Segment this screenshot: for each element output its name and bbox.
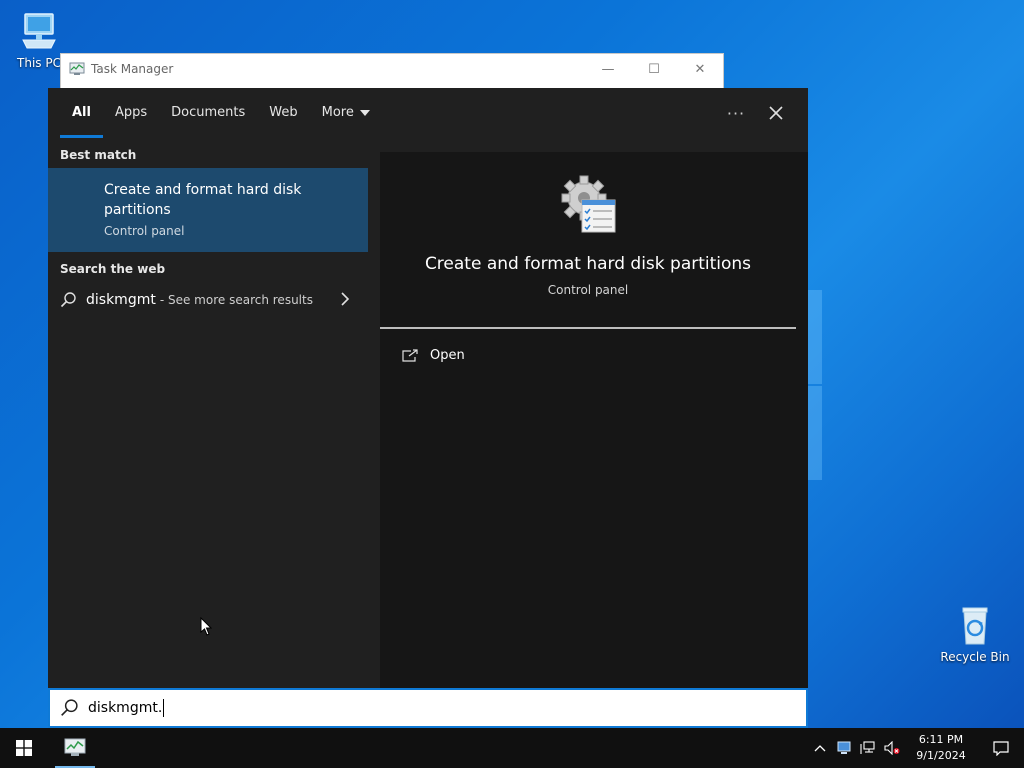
ellipsis-icon: ··· <box>726 103 746 123</box>
clock-button[interactable]: 6:11 PM 9/1/2024 <box>904 732 978 764</box>
volume-muted-icon <box>884 741 900 755</box>
computer-icon <box>22 13 56 49</box>
start-search-panel: All Apps Documents Web More ··· Best mat… <box>48 88 808 688</box>
notification-icon <box>993 741 1009 756</box>
start-button[interactable] <box>0 728 48 768</box>
maximize-icon: ☐ <box>648 61 660 77</box>
open-action[interactable]: Open <box>402 348 465 363</box>
text-caret <box>163 699 165 717</box>
minimize-button[interactable]: — <box>585 54 631 84</box>
result-title: Create and format hard disk partitions <box>104 182 302 218</box>
tab-web[interactable]: Web <box>257 88 309 138</box>
close-button[interactable]: ✕ <box>677 54 723 84</box>
desktop-icon-label: This PC <box>17 56 61 70</box>
tab-all[interactable]: All <box>60 88 103 138</box>
system-tray: 6:11 PM 9/1/2024 <box>808 728 1024 768</box>
tab-label: All <box>72 105 91 120</box>
search-web-heading: Search the web <box>60 262 166 276</box>
desktop-icon-label: Recycle Bin <box>940 650 1010 664</box>
close-icon: ✕ <box>694 61 706 77</box>
tray-display-button[interactable] <box>832 728 856 768</box>
search-icon <box>61 699 78 716</box>
desktop-icon-recycle-bin[interactable]: Recycle Bin <box>940 602 1010 664</box>
task-manager-icon <box>64 738 86 756</box>
more-options-button[interactable]: ··· <box>716 104 756 123</box>
tab-apps[interactable]: Apps <box>103 88 159 138</box>
search-input[interactable]: diskmgmt. <box>88 699 165 717</box>
windows-logo-icon <box>16 740 32 756</box>
result-detail-pane: Create and format hard disk partitions C… <box>380 152 808 688</box>
tab-label: Apps <box>114 105 148 120</box>
monitor-icon <box>837 741 851 754</box>
volume-button[interactable] <box>880 728 904 768</box>
wallpaper-beam <box>808 386 822 480</box>
task-manager-window[interactable]: Task Manager — ☐ ✕ <box>60 53 724 93</box>
open-label: Open <box>430 348 465 363</box>
detail-subtitle: Control panel <box>547 283 629 297</box>
taskbar: 6:11 PM 9/1/2024 <box>0 728 1024 768</box>
web-suffix: - See more search results <box>159 293 313 307</box>
tab-label: More <box>321 105 354 120</box>
network-button[interactable] <box>856 728 880 768</box>
tab-label: Web <box>269 105 298 120</box>
search-query: diskmgmt. <box>88 700 163 716</box>
close-icon <box>769 106 783 120</box>
caret-down-icon <box>359 109 370 116</box>
recycle-bin-icon <box>962 607 988 645</box>
results-pane: Best match Create and format hard disk p… <box>48 138 380 688</box>
result-subtitle: Control panel <box>104 224 185 238</box>
wallpaper-beam <box>808 290 822 384</box>
minimize-icon: — <box>601 61 615 77</box>
disk-management-icon <box>561 175 616 233</box>
search-box[interactable]: diskmgmt. <box>48 688 808 728</box>
web-search-result[interactable]: diskmgmt - See more search results <box>48 282 368 318</box>
maximize-button[interactable]: ☐ <box>631 54 677 84</box>
best-match-heading: Best match <box>60 148 137 162</box>
close-search-button[interactable] <box>756 88 796 138</box>
tab-label: Documents <box>171 105 246 120</box>
network-icon <box>860 741 875 754</box>
action-center-button[interactable] <box>978 728 1024 768</box>
tab-documents[interactable]: Documents <box>159 88 257 138</box>
tab-more[interactable]: More <box>310 88 382 138</box>
open-icon <box>402 348 418 362</box>
chevron-up-icon <box>814 745 826 752</box>
search-icon <box>60 292 76 308</box>
show-hidden-icons-button[interactable] <box>808 728 832 768</box>
divider <box>380 327 796 329</box>
task-manager-icon <box>69 62 85 75</box>
detail-title: Create and format hard disk partitions <box>424 254 752 274</box>
clock-time: 6:11 PM <box>918 733 964 746</box>
chevron-right-icon[interactable] <box>340 292 350 306</box>
web-query: diskmgmt <box>86 292 156 308</box>
taskbar-task-manager[interactable] <box>55 728 95 768</box>
search-tabs: All Apps Documents Web More ··· <box>48 88 808 138</box>
best-match-result[interactable]: Create and format hard disk partitions C… <box>48 168 368 252</box>
mouse-cursor-icon <box>200 617 212 636</box>
window-title: Task Manager <box>91 62 174 76</box>
clock-date: 9/1/2024 <box>916 749 966 762</box>
